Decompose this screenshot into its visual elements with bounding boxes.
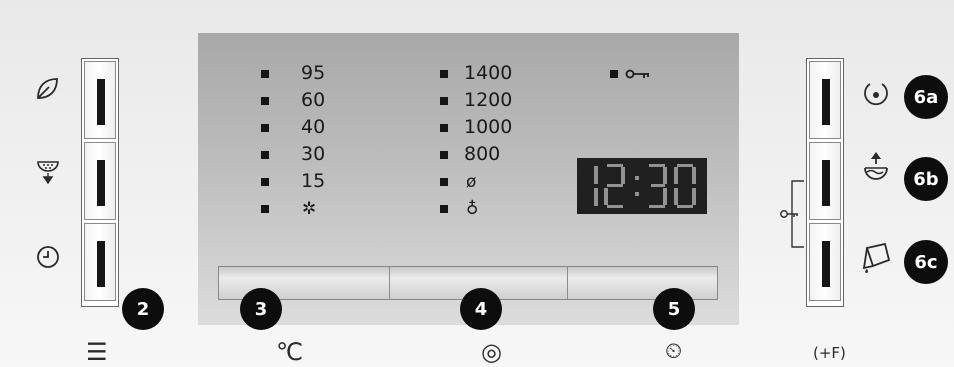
clock-icon bbox=[37, 246, 59, 268]
indicator-dot bbox=[261, 151, 269, 159]
spin-1400: 1400 bbox=[464, 62, 513, 84]
indicator-dot bbox=[261, 178, 269, 186]
badge-5: 5 bbox=[653, 288, 695, 330]
button-bar bbox=[97, 79, 105, 125]
indicator-dot bbox=[261, 205, 269, 213]
indicator-dot bbox=[261, 70, 269, 78]
temp-95: 95 bbox=[301, 62, 326, 84]
badge-6c: 6c bbox=[904, 240, 948, 284]
badge-2: 2 bbox=[122, 288, 164, 330]
spin-1000: 1000 bbox=[464, 116, 513, 138]
option-icon[interactable]: (+F) bbox=[813, 341, 846, 365]
indicator-dot bbox=[440, 124, 448, 132]
temp-60: 60 bbox=[301, 89, 326, 111]
button-bar bbox=[822, 241, 830, 287]
rinse-drop-icon bbox=[864, 83, 888, 106]
badge-4: 4 bbox=[460, 288, 502, 330]
delay-timer-icon[interactable]: ⏲ bbox=[665, 338, 682, 366]
button-bar bbox=[97, 241, 105, 287]
temp-30: 30 bbox=[301, 143, 326, 165]
rinse-hold-icon: ♁ bbox=[466, 199, 479, 219]
badge-6b: 6b bbox=[904, 157, 948, 201]
spin-1200: 1200 bbox=[464, 89, 513, 111]
prewash-icon bbox=[37, 161, 59, 185]
indicator-dot bbox=[440, 70, 448, 78]
temp-40: 40 bbox=[301, 116, 326, 138]
rinse-button[interactable] bbox=[809, 61, 841, 139]
program-list-icon[interactable]: ☰ bbox=[86, 338, 108, 366]
indicator-dot bbox=[440, 151, 448, 159]
temperature-icon[interactable]: ℃ bbox=[276, 338, 303, 366]
left-button-column bbox=[81, 58, 119, 307]
eco-button[interactable] bbox=[84, 61, 116, 139]
time-display bbox=[577, 158, 707, 214]
leaf-icon bbox=[37, 78, 58, 99]
right-button-column bbox=[806, 58, 844, 307]
indicator-dot bbox=[610, 70, 618, 78]
extra-rinse-button[interactable] bbox=[809, 142, 841, 220]
extra-rinse-icon bbox=[864, 152, 888, 180]
seven-segment-digits bbox=[594, 164, 696, 208]
temp-15: 15 bbox=[301, 170, 326, 192]
button-bar bbox=[97, 160, 105, 206]
indicator-dot bbox=[261, 97, 269, 105]
button-bar bbox=[822, 79, 830, 125]
indicator-dot bbox=[440, 178, 448, 186]
button-bar bbox=[822, 160, 830, 206]
child-lock-bracket bbox=[780, 180, 804, 248]
no-spin-icon: ø bbox=[466, 172, 477, 192]
cold-icon: ✲ bbox=[302, 199, 317, 219]
indicator-dot bbox=[261, 124, 269, 132]
time-button[interactable] bbox=[84, 223, 116, 301]
spin-800: 800 bbox=[464, 143, 501, 165]
pour-icon bbox=[862, 242, 891, 273]
indicator-dot bbox=[440, 97, 448, 105]
key-icon bbox=[625, 69, 649, 79]
badge-6a: 6a bbox=[904, 75, 948, 119]
badge-3: 3 bbox=[240, 288, 282, 330]
detergent-button[interactable] bbox=[809, 223, 841, 301]
prewash-button[interactable] bbox=[84, 142, 116, 220]
spin-icon[interactable]: ◎ bbox=[481, 338, 502, 366]
indicator-dot bbox=[440, 205, 448, 213]
delay-touch-area[interactable] bbox=[568, 267, 717, 299]
